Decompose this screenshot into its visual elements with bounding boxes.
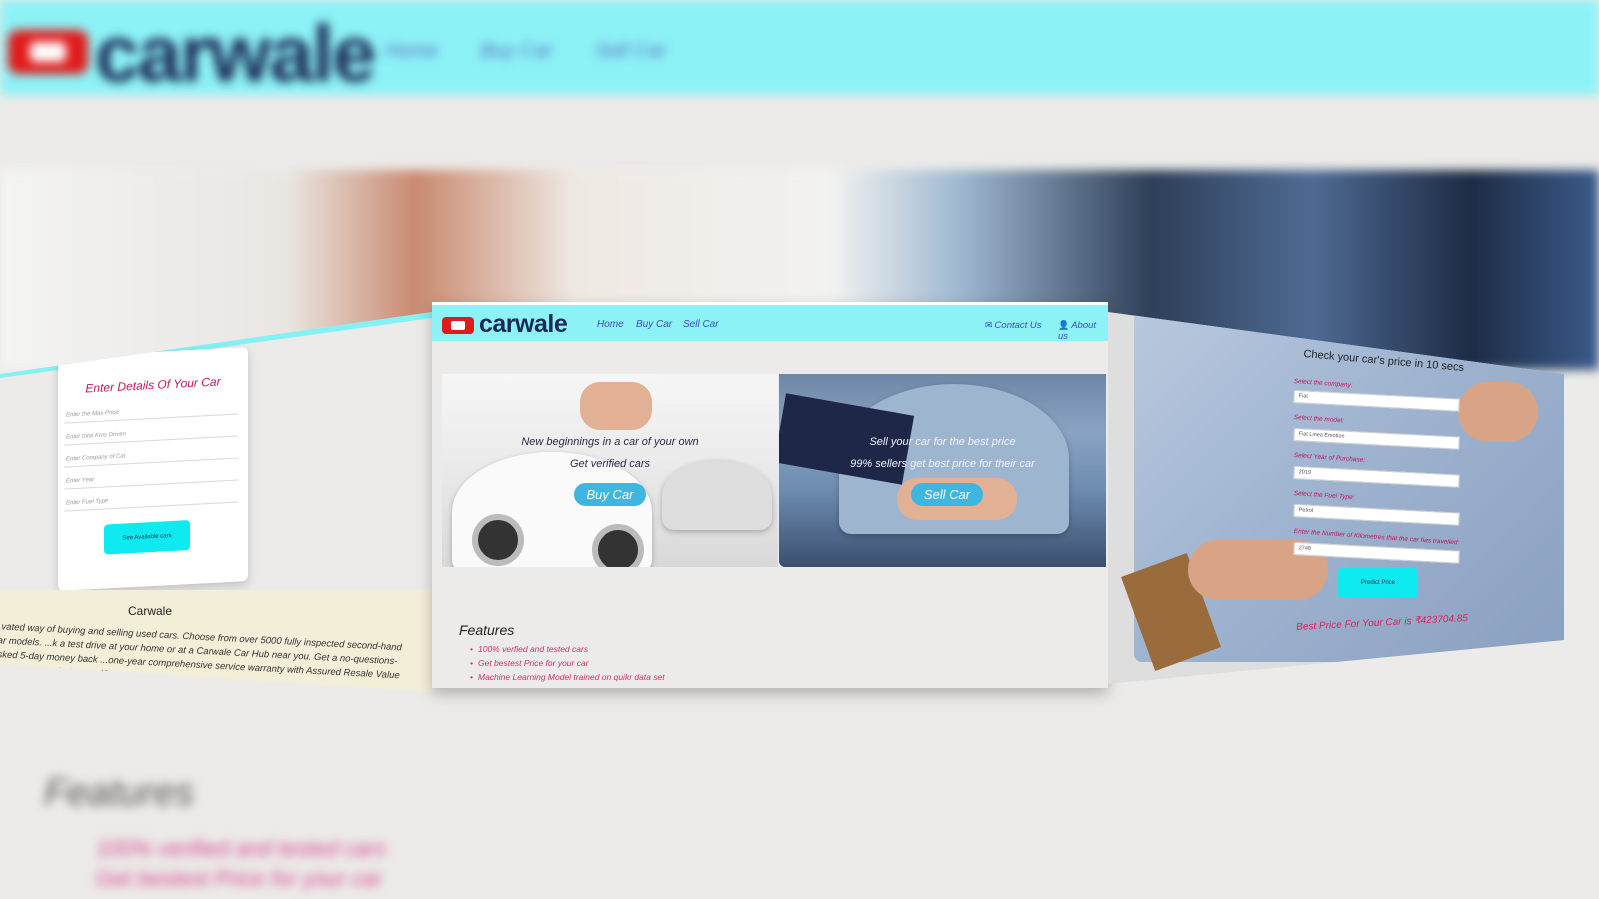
background-nav-sell: Sell Car <box>595 40 667 62</box>
user-icon: 👤 <box>1058 320 1070 330</box>
sell-hero-line1: Sell your car for the best price <box>869 436 1016 448</box>
hand-with-card-image <box>1458 382 1538 442</box>
buy-car-hero: New beginnings in a car of your own Get … <box>442 374 778 567</box>
background-nav-buy: Buy Car <box>480 40 553 62</box>
sell-car-hero: Sell your car for the best price 99% sel… <box>779 374 1106 567</box>
background-nav-home: Home <box>385 40 439 62</box>
right-page-preview: Check your car's price in 10 secs Select… <box>1108 312 1564 684</box>
sleeve-image <box>657 374 777 404</box>
background-logo-icon <box>8 30 88 74</box>
features-list: 100% verfied and tested cars Get bestest… <box>470 642 665 684</box>
left-page-preview: Enter Details Of Your Car Enter the Max … <box>0 312 432 692</box>
max-price-input[interactable]: Enter the Max Price <box>64 399 238 424</box>
nav-contact-us[interactable]: ✉ Contact Us <box>985 320 1042 331</box>
center-page-preview: carwale Home Buy Car Sell Car ✉ Contact U… <box>432 302 1108 688</box>
buy-car-button[interactable]: Buy Car <box>574 483 646 506</box>
nav-about-us[interactable]: 👤 About us <box>1058 320 1108 342</box>
footer-title: Carwale <box>128 604 173 618</box>
car-details-card: Enter Details Of Your Car Enter the Max … <box>58 347 248 591</box>
background-feature-item: Get bestest Price for your car <box>96 866 383 891</box>
sell-hero-line2: 99% sellers get best price for their car <box>850 458 1035 470</box>
car-details-title: Enter Details Of Your Car <box>85 374 221 396</box>
background-feature-item: 100% verified and tested cars <box>96 836 386 861</box>
year-input[interactable]: Enter Year <box>64 465 238 490</box>
hand-with-key-image <box>580 382 652 430</box>
logo-car-icon <box>442 317 474 334</box>
feature-item: Machine Learning Model trained on quikr … <box>470 670 665 684</box>
envelope-icon: ✉ <box>985 320 993 330</box>
feature-item: Get bestest Price for your car <box>470 656 665 670</box>
kms-driven-input[interactable]: Enter total Kms Driven <box>64 421 238 446</box>
navbar: carwale Home Buy Car Sell Car ✉ Contact U… <box>432 302 1108 342</box>
background-navbar: carwale Home Buy Car Sell Car <box>0 0 1599 98</box>
nav-buy-car[interactable]: Buy Car <box>636 319 672 330</box>
logo-text[interactable]: carwale <box>479 310 568 339</box>
see-available-cars-button[interactable]: See Available cars <box>104 520 190 555</box>
predict-price-button[interactable]: Predict Price <box>1338 568 1418 598</box>
sell-car-button[interactable]: Sell Car <box>911 483 983 506</box>
car-wheel <box>472 514 524 566</box>
car-wheel <box>592 524 644 567</box>
background-features-title: Features <box>44 772 194 814</box>
nav-home[interactable]: Home <box>597 319 624 330</box>
nav-contact-label: Contact Us <box>994 320 1042 331</box>
buy-hero-line2: Get verified cars <box>569 458 651 470</box>
features-title: Features <box>459 622 515 638</box>
fuel-type-input[interactable]: Enter Fuel Type <box>64 487 238 512</box>
company-input[interactable]: Enter Company of Car <box>64 443 238 468</box>
buy-hero-line1: New beginnings in a car of your own <box>521 436 699 448</box>
car-image <box>662 460 772 530</box>
nav-sell-car[interactable]: Sell Car <box>683 319 719 330</box>
feature-item: 100% verfied and tested cars <box>470 642 665 656</box>
background-logo-text: carwale <box>95 9 377 98</box>
